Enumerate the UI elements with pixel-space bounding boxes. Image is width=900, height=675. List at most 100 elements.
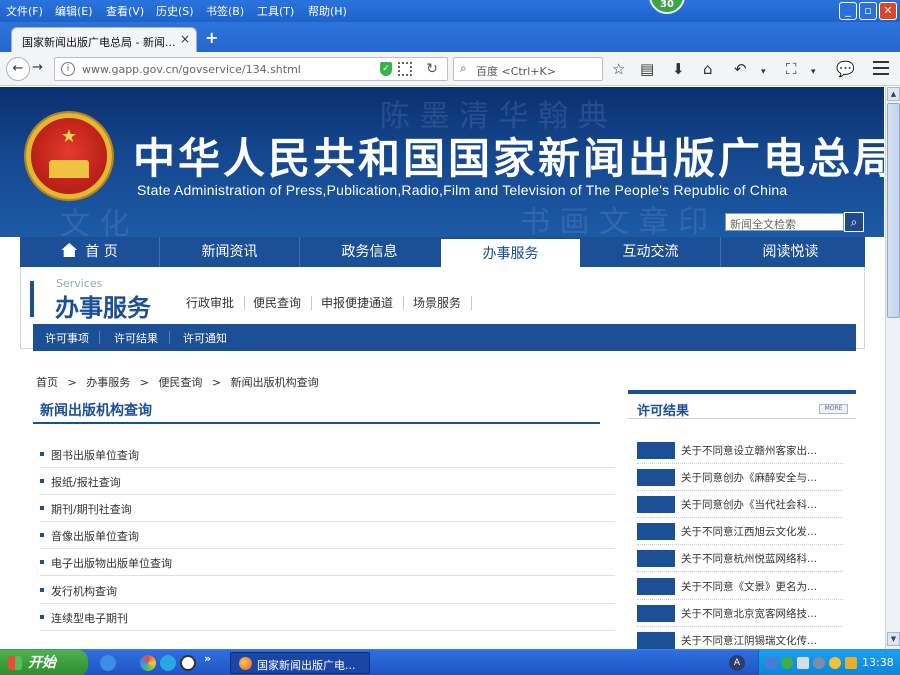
tab-scenario-services[interactable]: 场景服务 xyxy=(413,294,461,311)
info-icon[interactable]: i xyxy=(61,62,75,76)
list-item[interactable]: 图书出版单位查询 xyxy=(40,441,615,468)
vertical-scrollbar[interactable]: ▲ ▼ xyxy=(885,87,900,649)
reload-button[interactable]: ↻ xyxy=(422,57,442,81)
list-item-link[interactable]: 报纸/报社查询 xyxy=(51,474,121,490)
tray-update-icon[interactable] xyxy=(829,657,841,669)
list-item-link[interactable]: 连续型电子期刊 xyxy=(51,610,128,626)
quicklaunch-desktop-icon[interactable] xyxy=(100,655,116,671)
list-item-link[interactable]: 电子出版物出版单位查询 xyxy=(51,555,172,571)
list-item[interactable]: 连续型电子期刊 xyxy=(40,604,615,631)
menu-help[interactable]: 帮助(H) xyxy=(308,3,347,19)
list-item-link[interactable]: 发行机构查询 xyxy=(51,583,117,599)
quicklaunch-more-icon[interactable]: » xyxy=(204,652,211,665)
quicklaunch-blocked-icon[interactable] xyxy=(180,655,196,671)
forward-button[interactable]: → xyxy=(32,60,43,75)
site-search-input[interactable]: 新闻全文检索 xyxy=(725,213,844,231)
list-item[interactable]: 报纸/报社查询 xyxy=(40,468,615,495)
tray-security-icon[interactable] xyxy=(781,657,793,669)
news-link[interactable]: 关于不同意《文景》更名为... xyxy=(681,579,843,594)
news-item[interactable]: 关于同意创办《当代社会科... xyxy=(637,491,843,518)
shield-icon[interactable]: ✓ xyxy=(380,62,392,76)
news-link[interactable]: 关于不同意江西旭云文化发... xyxy=(681,524,843,539)
reading-list-icon[interactable]: ▤ xyxy=(640,61,654,77)
list-item[interactable]: 发行机构查询 xyxy=(40,577,615,604)
menu-tools[interactable]: 工具(T) xyxy=(257,3,294,19)
news-item[interactable]: 关于不同意江阴锡瑞文化传... xyxy=(637,627,843,649)
maximize-button[interactable]: ▫ xyxy=(859,2,877,20)
nav-interaction[interactable]: 互动交流 xyxy=(581,237,720,267)
notification-badge[interactable]: 30 xyxy=(649,0,685,14)
subtab-license-items[interactable]: 许可事项 xyxy=(45,330,89,346)
nav-government-info[interactable]: 政务信息 xyxy=(300,237,439,267)
menu-view[interactable]: 查看(V) xyxy=(106,3,144,19)
undo-icon[interactable]: ↶ xyxy=(734,61,747,77)
calligraphy-decoration: 书 画 文 章 印 xyxy=(520,205,709,237)
news-link[interactable]: 关于同意创办《当代社会科... xyxy=(681,497,843,512)
new-tab-button[interactable]: + xyxy=(205,28,218,47)
nav-news[interactable]: 新闻资讯 xyxy=(160,237,299,267)
news-item[interactable]: 关于不同意设立赣州客家出... xyxy=(637,437,843,464)
quicklaunch-browser-icon[interactable] xyxy=(140,655,156,671)
taskbar-window-button[interactable]: 国家新闻出版广电... xyxy=(230,652,370,674)
bookmark-star-icon[interactable]: ☆ xyxy=(612,61,625,77)
quicklaunch-ie-icon[interactable] xyxy=(160,655,176,671)
list-item-link[interactable]: 图书出版单位查询 xyxy=(51,447,139,463)
news-link[interactable]: 关于不同意杭州悦蓝网络科... xyxy=(681,551,843,566)
list-item-link[interactable]: 音像出版单位查询 xyxy=(51,528,139,544)
news-item[interactable]: 关于不同意《文景》更名为... xyxy=(637,573,843,600)
tab-public-query[interactable]: 便民查询 xyxy=(253,294,301,311)
home-icon[interactable]: ⌂ xyxy=(703,61,713,77)
qr-code-icon[interactable] xyxy=(398,62,412,76)
menu-history[interactable]: 历史(S) xyxy=(156,3,194,19)
tray-volume-icon[interactable] xyxy=(813,657,825,669)
tab-administrative-approval[interactable]: 行政审批 xyxy=(186,294,234,311)
subtab-license-results[interactable]: 许可结果 xyxy=(114,330,158,346)
site-search-button[interactable]: ⌕ xyxy=(844,212,864,232)
list-item[interactable]: 电子出版物出版单位查询 xyxy=(40,549,615,576)
news-link[interactable]: 关于不同意江阴锡瑞文化传... xyxy=(681,633,843,648)
chevron-down-icon[interactable]: ▾ xyxy=(811,64,816,80)
hamburger-menu-icon[interactable] xyxy=(873,61,889,75)
nav-reading[interactable]: 阅读悦读 xyxy=(721,237,860,267)
breadcrumb-public-query[interactable]: 便民查询 xyxy=(158,376,202,389)
nav-home[interactable]: 首 页 xyxy=(20,237,159,267)
breadcrumb-home[interactable]: 首页 xyxy=(36,376,58,389)
menu-file[interactable]: 文件(F) xyxy=(6,3,43,19)
scroll-down-arrow-icon[interactable]: ▼ xyxy=(887,632,900,646)
news-item[interactable]: 关于不同意江西旭云文化发... xyxy=(637,518,843,545)
list-item-link[interactable]: 期刊/期刊社查询 xyxy=(51,501,132,517)
nav-services[interactable]: 办事服务 xyxy=(441,237,580,267)
download-icon[interactable]: ⬇ xyxy=(672,61,685,77)
news-link[interactable]: 关于不同意北京宽客网络技... xyxy=(681,606,843,621)
url-bar[interactable]: i www.gapp.gov.cn/govservice/134.shtml ✓ xyxy=(54,57,448,81)
list-item[interactable]: 音像出版单位查询 xyxy=(40,522,615,549)
news-link[interactable]: 关于同意创办《麻醉安全与... xyxy=(681,470,843,485)
minimize-button[interactable]: _ xyxy=(839,2,857,20)
more-button[interactable]: MORE xyxy=(819,404,848,414)
browser-tab[interactable]: 国家新闻出版广电总局 - 新闻... × xyxy=(11,27,197,52)
tab-close-icon[interactable]: × xyxy=(180,32,190,46)
browser-search-input[interactable]: ⌕ 百度 <Ctrl+K> xyxy=(453,57,603,81)
start-button[interactable]: 开始 xyxy=(0,650,88,675)
tray-network-icon[interactable] xyxy=(765,657,777,669)
close-window-button[interactable]: ✕ xyxy=(879,2,897,20)
chat-icon[interactable]: 💬 xyxy=(836,61,855,77)
tab-quick-filing[interactable]: 申报便捷通道 xyxy=(321,294,393,311)
news-item[interactable]: 关于不同意北京宽客网络技... xyxy=(637,600,843,627)
menu-edit[interactable]: 编辑(E) xyxy=(55,3,93,19)
subtab-license-notices[interactable]: 许可通知 xyxy=(183,330,227,346)
chevron-down-icon[interactable]: ▾ xyxy=(761,64,766,80)
breadcrumb-services[interactable]: 办事服务 xyxy=(86,376,130,389)
news-item[interactable]: 关于不同意杭州悦蓝网络科... xyxy=(637,545,843,572)
tray-shield-icon[interactable] xyxy=(845,657,857,669)
back-button[interactable]: ← xyxy=(6,57,30,81)
tray-monitor-icon[interactable] xyxy=(797,657,809,669)
list-item[interactable]: 期刊/期刊社查询 xyxy=(40,495,615,522)
input-method-icon[interactable]: A xyxy=(729,655,745,671)
scrollbar-thumb[interactable] xyxy=(887,103,900,318)
scroll-up-arrow-icon[interactable]: ▲ xyxy=(887,87,900,101)
news-link[interactable]: 关于不同意设立赣州客家出... xyxy=(681,443,843,458)
menu-bookmarks[interactable]: 书签(B) xyxy=(206,3,244,19)
news-item[interactable]: 关于同意创办《麻醉安全与... xyxy=(637,464,843,491)
crop-screenshot-icon[interactable]: ⛶ xyxy=(786,61,797,77)
